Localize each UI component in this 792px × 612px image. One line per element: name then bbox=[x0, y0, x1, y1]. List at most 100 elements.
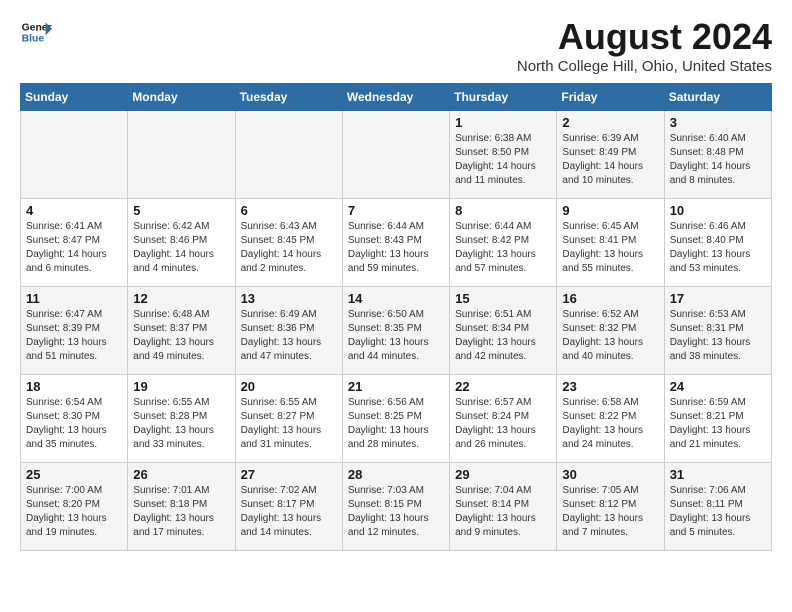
day-cell: 12 Sunrise: 6:48 AMSunset: 8:37 PMDayligh… bbox=[128, 287, 235, 375]
weekday-row: SundayMondayTuesdayWednesdayThursdayFrid… bbox=[21, 84, 772, 111]
day-info: Sunrise: 6:49 AMSunset: 8:36 PMDaylight:… bbox=[241, 308, 337, 364]
day-info: Sunrise: 6:44 AMSunset: 8:43 PMDaylight:… bbox=[348, 220, 444, 276]
day-cell: 8Sunrise: 6:44 AMSunset: 8:42 PMDaylight… bbox=[450, 199, 557, 287]
day-number: 14 bbox=[348, 291, 444, 306]
day-cell: 20Sunrise: 6:55 AMSunset: 8:27 PMDayligh… bbox=[235, 375, 342, 463]
day-cell: 5 Sunrise: 6:42 AMSunset: 8:46 PMDaylight… bbox=[128, 199, 235, 287]
day-info: Sunrise: 6:57 AMSunset: 8:24 PMDaylight:… bbox=[455, 396, 551, 452]
day-number: 1 bbox=[455, 115, 551, 130]
day-info: Sunrise: 7:04 AMSunset: 8:14 PMDaylight:… bbox=[455, 484, 551, 540]
week-row-1: 4Sunrise: 6:41 AMSunset: 8:47 PMDaylight… bbox=[21, 199, 772, 287]
day-cell: 22 Sunrise: 6:57 AMSunset: 8:24 PMDayligh… bbox=[450, 375, 557, 463]
day-info: Sunrise: 6:46 AMSunset: 8:40 PMDaylight:… bbox=[670, 220, 766, 276]
header: General Blue August 2024 North College H… bbox=[20, 16, 772, 75]
day-number: 17 bbox=[670, 291, 766, 306]
day-number: 12 bbox=[133, 291, 229, 306]
day-cell: 26Sunrise: 7:01 AMSunset: 8:18 PMDayligh… bbox=[128, 463, 235, 551]
day-number: 30 bbox=[562, 467, 658, 482]
day-number: 31 bbox=[670, 467, 766, 482]
title-area: August 2024 North College Hill, Ohio, Un… bbox=[517, 16, 772, 75]
day-info: Sunrise: 6:58 AMSunset: 8:22 PMDaylight:… bbox=[562, 396, 658, 452]
day-number: 22 bbox=[455, 379, 551, 394]
day-info: Sunrise: 6:40 AMSunset: 8:48 PMDaylight:… bbox=[670, 132, 766, 188]
day-cell: 25 Sunrise: 7:00 AMSunset: 8:20 PMDayligh… bbox=[21, 463, 128, 551]
day-info: Sunrise: 6:55 AMSunset: 8:28 PMDaylight:… bbox=[133, 396, 229, 452]
day-cell: 6Sunrise: 6:43 AMSunset: 8:45 PMDaylight… bbox=[235, 199, 342, 287]
day-number: 20 bbox=[241, 379, 337, 394]
day-cell: 7 Sunrise: 6:44 AMSunset: 8:43 PMDaylight… bbox=[342, 199, 449, 287]
weekday-header-sunday: Sunday bbox=[21, 84, 128, 111]
day-cell: 3Sunrise: 6:40 AMSunset: 8:48 PMDaylight… bbox=[664, 111, 771, 199]
day-cell: 30 Sunrise: 7:05 AMSunset: 8:12 PMDayligh… bbox=[557, 463, 664, 551]
week-row-3: 18Sunrise: 6:54 AMSunset: 8:30 PMDayligh… bbox=[21, 375, 772, 463]
day-cell: 21Sunrise: 6:56 AMSunset: 8:25 PMDayligh… bbox=[342, 375, 449, 463]
day-cell: 18Sunrise: 6:54 AMSunset: 8:30 PMDayligh… bbox=[21, 375, 128, 463]
weekday-header-monday: Monday bbox=[128, 84, 235, 111]
day-info: Sunrise: 6:41 AMSunset: 8:47 PMDaylight:… bbox=[26, 220, 122, 276]
day-info: Sunrise: 7:05 AMSunset: 8:12 PMDaylight:… bbox=[562, 484, 658, 540]
day-number: 11 bbox=[26, 291, 122, 306]
day-cell: 19 Sunrise: 6:55 AMSunset: 8:28 PMDayligh… bbox=[128, 375, 235, 463]
location-title: North College Hill, Ohio, United States bbox=[517, 58, 772, 75]
day-cell bbox=[342, 111, 449, 199]
weekday-header-friday: Friday bbox=[557, 84, 664, 111]
day-info: Sunrise: 6:48 AMSunset: 8:37 PMDaylight:… bbox=[133, 308, 229, 364]
day-cell: 9Sunrise: 6:45 AMSunset: 8:41 PMDaylight… bbox=[557, 199, 664, 287]
day-number: 21 bbox=[348, 379, 444, 394]
weekday-header-saturday: Saturday bbox=[664, 84, 771, 111]
day-cell: 31Sunrise: 7:06 AMSunset: 8:11 PMDayligh… bbox=[664, 463, 771, 551]
day-cell: 16 Sunrise: 6:52 AMSunset: 8:32 PMDayligh… bbox=[557, 287, 664, 375]
day-cell: 23Sunrise: 6:58 AMSunset: 8:22 PMDayligh… bbox=[557, 375, 664, 463]
day-number: 15 bbox=[455, 291, 551, 306]
month-title: August 2024 bbox=[517, 16, 772, 58]
weekday-header-tuesday: Tuesday bbox=[235, 84, 342, 111]
day-cell: 17 Sunrise: 6:53 AMSunset: 8:31 PMDayligh… bbox=[664, 287, 771, 375]
day-info: Sunrise: 6:45 AMSunset: 8:41 PMDaylight:… bbox=[562, 220, 658, 276]
calendar-header: SundayMondayTuesdayWednesdayThursdayFrid… bbox=[21, 84, 772, 111]
logo: General Blue bbox=[20, 16, 52, 48]
day-cell: 24Sunrise: 6:59 AMSunset: 8:21 PMDayligh… bbox=[664, 375, 771, 463]
day-cell: 4Sunrise: 6:41 AMSunset: 8:47 PMDaylight… bbox=[21, 199, 128, 287]
day-info: Sunrise: 6:47 AMSunset: 8:39 PMDaylight:… bbox=[26, 308, 122, 364]
logo-icon: General Blue bbox=[20, 16, 52, 48]
day-info: Sunrise: 6:50 AMSunset: 8:35 PMDaylight:… bbox=[348, 308, 444, 364]
day-cell: 1 Sunrise: 6:38 AMSunset: 8:50 PMDaylight… bbox=[450, 111, 557, 199]
day-number: 5 bbox=[133, 203, 229, 218]
day-cell: 29 Sunrise: 7:04 AMSunset: 8:14 PMDayligh… bbox=[450, 463, 557, 551]
day-info: Sunrise: 7:03 AMSunset: 8:15 PMDaylight:… bbox=[348, 484, 444, 540]
week-row-0: 1 Sunrise: 6:38 AMSunset: 8:50 PMDaylight… bbox=[21, 111, 772, 199]
day-info: Sunrise: 6:42 AMSunset: 8:46 PMDaylight:… bbox=[133, 220, 229, 276]
day-number: 26 bbox=[133, 467, 229, 482]
day-number: 6 bbox=[241, 203, 337, 218]
day-info: Sunrise: 7:00 AMSunset: 8:20 PMDaylight:… bbox=[26, 484, 122, 540]
day-cell: 10 Sunrise: 6:46 AMSunset: 8:40 PMDayligh… bbox=[664, 199, 771, 287]
day-cell bbox=[21, 111, 128, 199]
day-number: 27 bbox=[241, 467, 337, 482]
day-info: Sunrise: 7:02 AMSunset: 8:17 PMDaylight:… bbox=[241, 484, 337, 540]
day-info: Sunrise: 6:54 AMSunset: 8:30 PMDaylight:… bbox=[26, 396, 122, 452]
day-number: 29 bbox=[455, 467, 551, 482]
day-number: 13 bbox=[241, 291, 337, 306]
week-row-2: 11 Sunrise: 6:47 AMSunset: 8:39 PMDayligh… bbox=[21, 287, 772, 375]
day-cell: 14 Sunrise: 6:50 AMSunset: 8:35 PMDayligh… bbox=[342, 287, 449, 375]
svg-text:Blue: Blue bbox=[22, 34, 45, 45]
weekday-header-wednesday: Wednesday bbox=[342, 84, 449, 111]
day-number: 7 bbox=[348, 203, 444, 218]
day-cell bbox=[235, 111, 342, 199]
day-number: 28 bbox=[348, 467, 444, 482]
day-cell: 2Sunrise: 6:39 AMSunset: 8:49 PMDaylight… bbox=[557, 111, 664, 199]
day-info: Sunrise: 6:52 AMSunset: 8:32 PMDaylight:… bbox=[562, 308, 658, 364]
day-info: Sunrise: 6:53 AMSunset: 8:31 PMDaylight:… bbox=[670, 308, 766, 364]
day-number: 19 bbox=[133, 379, 229, 394]
day-number: 16 bbox=[562, 291, 658, 306]
day-number: 10 bbox=[670, 203, 766, 218]
day-info: Sunrise: 6:39 AMSunset: 8:49 PMDaylight:… bbox=[562, 132, 658, 188]
day-number: 25 bbox=[26, 467, 122, 482]
day-number: 24 bbox=[670, 379, 766, 394]
day-info: Sunrise: 6:38 AMSunset: 8:50 PMDaylight:… bbox=[455, 132, 551, 188]
day-cell: 13 Sunrise: 6:49 AMSunset: 8:36 PMDayligh… bbox=[235, 287, 342, 375]
week-row-4: 25 Sunrise: 7:00 AMSunset: 8:20 PMDayligh… bbox=[21, 463, 772, 551]
day-cell: 11 Sunrise: 6:47 AMSunset: 8:39 PMDayligh… bbox=[21, 287, 128, 375]
day-cell: 15Sunrise: 6:51 AMSunset: 8:34 PMDayligh… bbox=[450, 287, 557, 375]
weekday-header-thursday: Thursday bbox=[450, 84, 557, 111]
